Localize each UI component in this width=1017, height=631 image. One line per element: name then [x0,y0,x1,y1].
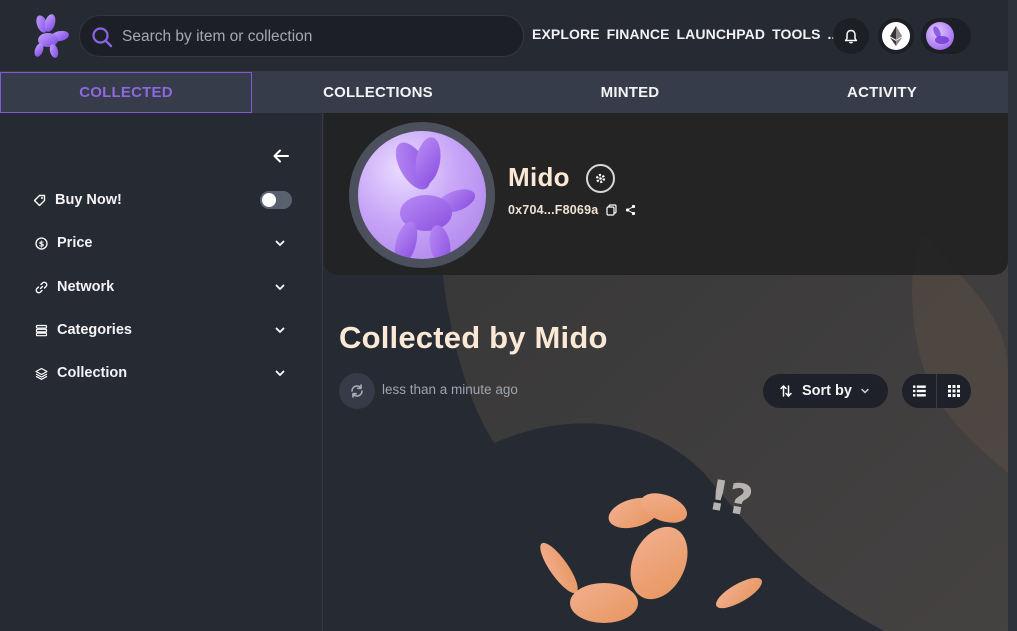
wallet-address: 0x704...F8069a [508,203,599,217]
tab-activity[interactable]: ACTIVITY [756,72,1008,113]
collapse-sidebar-icon[interactable] [272,148,290,164]
avatar [926,22,954,50]
notifications-button[interactable] [833,18,869,54]
filter-price[interactable]: $ Price [34,232,294,254]
profile-name: Mido [508,162,570,192]
nav-launchpad[interactable]: LAUNCHPAD [677,26,766,44]
balloon-dog-icon [394,137,476,259]
window-scrollbar[interactable] [1008,0,1017,631]
filter-categories[interactable]: Categories [34,319,294,341]
search-bar[interactable] [79,15,524,57]
ethereum-icon [882,22,910,50]
stack-icon [34,323,48,337]
copy-icon[interactable] [606,204,617,216]
tab-minted[interactable]: MINTED [504,72,756,113]
profile-header: Mido 0x704...F8069a [324,113,1008,275]
filter-buy-now[interactable]: Buy Now! [32,189,292,211]
sort-by-button[interactable]: Sort by [763,374,888,408]
nav-explore[interactable]: EXPLORE [532,26,600,44]
logo-icon[interactable] [26,12,74,60]
refresh-button[interactable] [339,373,375,409]
filter-label: Categories [57,322,132,338]
buy-now-toggle[interactable] [260,191,292,209]
filter-label: Network [57,279,115,295]
sort-arrows-icon [780,385,792,397]
layers-icon [34,366,48,380]
toggle-knob [262,193,276,207]
share-icon[interactable] [625,204,636,216]
link-icon [34,280,48,294]
grid-view-button[interactable] [937,374,971,408]
view-mode-toggle [902,374,971,408]
chevron-down-icon [275,370,285,376]
main-content: Mido 0x704...F8069a Collected by Mido le… [324,113,1008,631]
filter-network[interactable]: Network [34,276,294,298]
list-icon [912,385,926,397]
gear-icon [595,173,606,184]
filter-label: Buy Now! [55,192,122,208]
nav-tools[interactable]: TOOLS [772,26,820,44]
empty-glyph: !? [705,470,756,526]
chevron-down-icon [275,284,285,290]
list-view-button[interactable] [902,374,936,408]
profile-avatar[interactable] [349,122,495,268]
refresh-icon [351,384,363,398]
last-updated-text: less than a minute ago [382,382,518,397]
chevron-down-icon [861,388,869,394]
tab-collected[interactable]: COLLECTED [0,72,252,113]
nav-links: EXPLORE FINANCE LAUNCHPAD TOOLS ... [532,26,840,44]
nav-finance[interactable]: FINANCE [607,26,670,44]
empty-state-illustration: !? [540,470,762,623]
search-icon [92,27,113,48]
tag-icon [32,193,46,207]
network-button[interactable] [878,18,914,54]
filter-label: Price [57,235,93,251]
search-input[interactable] [122,24,512,50]
sort-label: Sort by [802,383,852,399]
chevron-down-icon [275,327,285,333]
dollar-icon: $ [34,236,48,250]
page-title: Collected by Mido [339,320,608,355]
top-navbar: EXPLORE FINANCE LAUNCHPAD TOOLS ... [0,0,1008,72]
chevron-down-icon [275,240,285,246]
account-menu-button[interactable] [921,18,971,54]
tab-collections[interactable]: COLLECTIONS [252,72,504,113]
profile-settings-button[interactable] [586,164,615,193]
bell-icon [844,29,858,43]
grid-icon [948,385,960,397]
filter-label: Collection [57,365,128,381]
filter-sidebar: Buy Now! $ Price Network Categories Coll… [0,113,323,631]
profile-tabs: COLLECTED COLLECTIONS MINTED ACTIVITY [0,72,1008,113]
svg-text:$: $ [38,239,44,248]
filter-collection[interactable]: Collection [34,362,294,384]
